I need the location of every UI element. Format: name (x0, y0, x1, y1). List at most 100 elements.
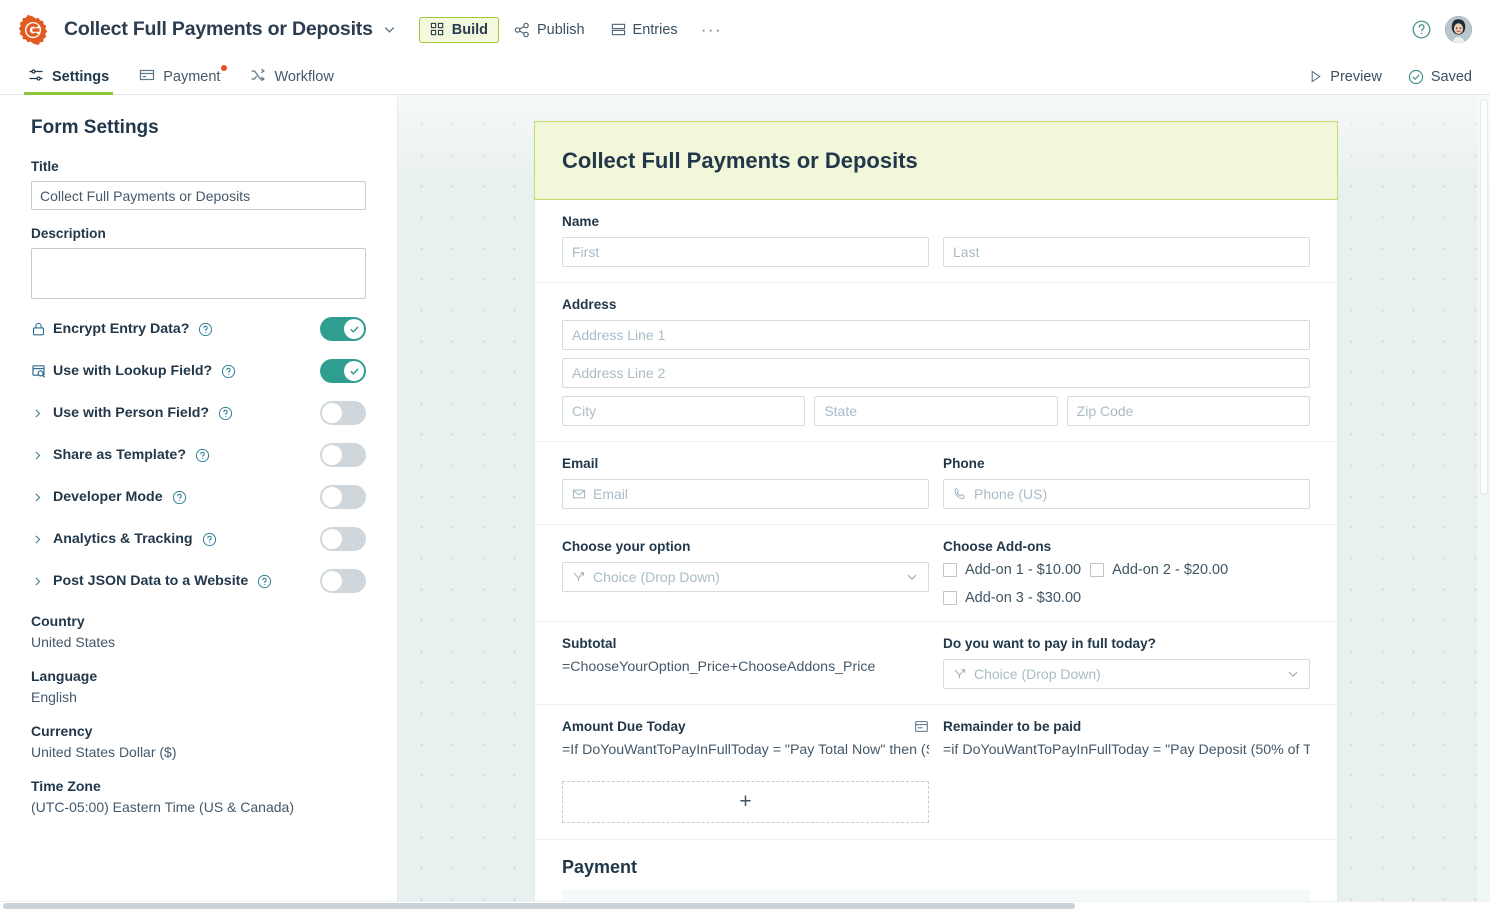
cognito-gear-logo-icon[interactable] (16, 13, 50, 47)
description-field-label: Description (31, 226, 106, 241)
setting-label: Developer Mode (53, 489, 163, 505)
addon-2-label: Add-on 2 - $20.00 (1112, 562, 1229, 578)
field-subtotal-label: Subtotal (562, 636, 617, 651)
field-amount-due-label: Amount Due Today (562, 719, 686, 734)
question-circle-icon[interactable] (1411, 19, 1432, 40)
addon-2-checkbox-item[interactable]: Add-on 2 - $20.00 (1090, 562, 1228, 578)
setting-label: Use with Person Field? (53, 405, 210, 421)
chevron-down-icon[interactable] (382, 22, 397, 37)
saved-label: Saved (1430, 68, 1472, 85)
address-line1-input[interactable]: Address Line 1 (562, 320, 1310, 350)
question-circle-icon[interactable] (195, 448, 210, 463)
toggle-post-json-data[interactable] (320, 569, 366, 593)
setting-row-share-as-template[interactable]: Share as Template? (31, 441, 366, 469)
toggle-knob (344, 319, 364, 339)
form-header-block[interactable]: Collect Full Payments or Deposits (534, 121, 1338, 200)
pay-in-full-select[interactable]: Choice (Drop Down) (943, 659, 1310, 689)
field-subtotal-payfull-row[interactable]: Subtotal =ChooseYourOption_Price+ChooseA… (535, 622, 1337, 705)
chevron-right-icon[interactable] (31, 449, 53, 462)
nav-overflow-button[interactable]: ··· (693, 21, 730, 38)
toggle-knob (322, 487, 342, 507)
setting-row-use-with-person-field[interactable]: Use with Person Field? (31, 399, 366, 427)
add-field-button[interactable]: + (562, 781, 929, 823)
description-input[interactable] (31, 248, 366, 299)
field-choose-option-label: Choose your option (562, 539, 691, 554)
pay-in-full-placeholder: Choice (Drop Down) (974, 666, 1101, 682)
amount-due-formula: =If DoYouWantToPayInFullToday = "Pay Tot… (562, 742, 929, 758)
tab-workflow[interactable]: Workflow (236, 59, 347, 94)
field-email-phone-row[interactable]: Email Email Phone Phone (US) (535, 442, 1337, 525)
question-circle-icon[interactable] (218, 406, 233, 421)
setting-row-use-with-lookup-field[interactable]: Use with Lookup Field? (31, 357, 366, 385)
last-name-input[interactable]: Last (943, 237, 1310, 267)
toggle-analytics-tracking[interactable] (320, 527, 366, 551)
setting-row-encrypt-entry-data[interactable]: Encrypt Entry Data? (31, 315, 366, 343)
locale-meta-block: Country United States Language English C… (31, 613, 366, 815)
nav-build-button[interactable]: Build (418, 16, 499, 43)
chevron-right-icon[interactable] (31, 575, 53, 588)
preview-label: Preview (1330, 68, 1382, 85)
state-input[interactable]: State (814, 396, 1058, 426)
top-bar: Collect Full Payments or Deposits Build (0, 0, 1490, 59)
toggle-share-as-template[interactable] (320, 443, 366, 467)
preview-button[interactable]: Preview (1308, 69, 1382, 85)
nav-entries-button[interactable]: Entries (600, 17, 689, 43)
chevron-right-icon[interactable] (31, 533, 53, 546)
toggle-knob (344, 361, 364, 381)
zip-code-input[interactable]: Zip Code (1066, 396, 1310, 426)
question-circle-icon[interactable] (172, 490, 187, 505)
addon-3-checkbox-item[interactable]: Add-on 3 - $30.00 (943, 590, 1081, 606)
toggle-developer-mode[interactable] (320, 485, 366, 509)
primary-nav: Build Publish Entries ··· (418, 16, 730, 43)
field-pay-in-full-label: Do you want to pay in full today? (943, 636, 1156, 651)
field-name[interactable]: Name First Last (535, 200, 1337, 283)
title-input[interactable] (31, 181, 366, 210)
email-placeholder: Email (593, 486, 629, 502)
field-option-addons-row[interactable]: Choose your option Choice (Drop Down) Ch… (535, 525, 1337, 622)
toggle-use-with-person-field[interactable] (320, 401, 366, 425)
canvas-vertical-scroll-thumb[interactable] (1480, 99, 1488, 495)
email-input[interactable]: Email (562, 479, 929, 509)
first-name-input[interactable]: First (562, 237, 929, 267)
addon-1-checkbox[interactable] (943, 563, 957, 577)
toggle-use-with-lookup-field[interactable] (320, 359, 366, 383)
phone-input[interactable]: Phone (US) (943, 479, 1310, 509)
nav-publish-button[interactable]: Publish (503, 17, 596, 43)
country-label: Country (31, 613, 85, 629)
addon-3-checkbox[interactable] (943, 591, 957, 605)
field-name-label: Name (562, 214, 600, 229)
tab-payment-label: Payment (163, 68, 221, 85)
choose-option-select[interactable]: Choice (Drop Down) (562, 562, 929, 592)
setting-row-analytics-tracking[interactable]: Analytics & Tracking (31, 525, 366, 553)
field-address[interactable]: Address Address Line 1 Address Line 2 Ci… (535, 283, 1337, 442)
address-line2-input[interactable]: Address Line 2 (562, 358, 1310, 388)
tab-payment[interactable]: Payment (125, 59, 234, 94)
canvas-vertical-scrollbar[interactable] (1477, 95, 1490, 911)
addon-2-checkbox[interactable] (1090, 563, 1105, 577)
field-amounts-row[interactable]: Amount Due Today =If DoYouWantToPayInFul… (535, 705, 1337, 773)
setting-row-post-json-data[interactable]: Post JSON Data to a Website (31, 567, 366, 595)
nav-publish-label: Publish (536, 21, 585, 38)
language-value: English (31, 689, 77, 705)
top-bar-right (1411, 16, 1476, 43)
toggle-encrypt-entry-data[interactable] (320, 317, 366, 341)
question-circle-icon[interactable] (221, 364, 236, 379)
chevron-right-icon[interactable] (31, 407, 53, 420)
avatar[interactable] (1445, 16, 1472, 43)
chevron-right-icon[interactable] (31, 491, 53, 504)
title-field-label: Title (31, 159, 59, 174)
tab-settings-label: Settings (52, 68, 110, 85)
setting-row-developer-mode[interactable]: Developer Mode (31, 483, 366, 511)
addon-1-checkbox-item[interactable]: Add-on 1 - $10.00 (943, 562, 1081, 578)
question-circle-icon[interactable] (257, 574, 272, 589)
phone-handset-icon (953, 487, 967, 501)
field-remainder-label: Remainder to be paid (943, 719, 1082, 734)
form-settings-sidebar: Form Settings Title Description Encrypt … (0, 95, 398, 911)
currency-label: Currency (31, 723, 93, 739)
question-circle-icon[interactable] (202, 532, 217, 547)
question-circle-icon[interactable] (198, 322, 213, 337)
window-horizontal-scrollbar[interactable] (0, 901, 1490, 911)
tab-settings[interactable]: Settings (14, 59, 123, 95)
window-horizontal-scroll-thumb[interactable] (3, 903, 1075, 909)
city-input[interactable]: City (562, 396, 806, 426)
